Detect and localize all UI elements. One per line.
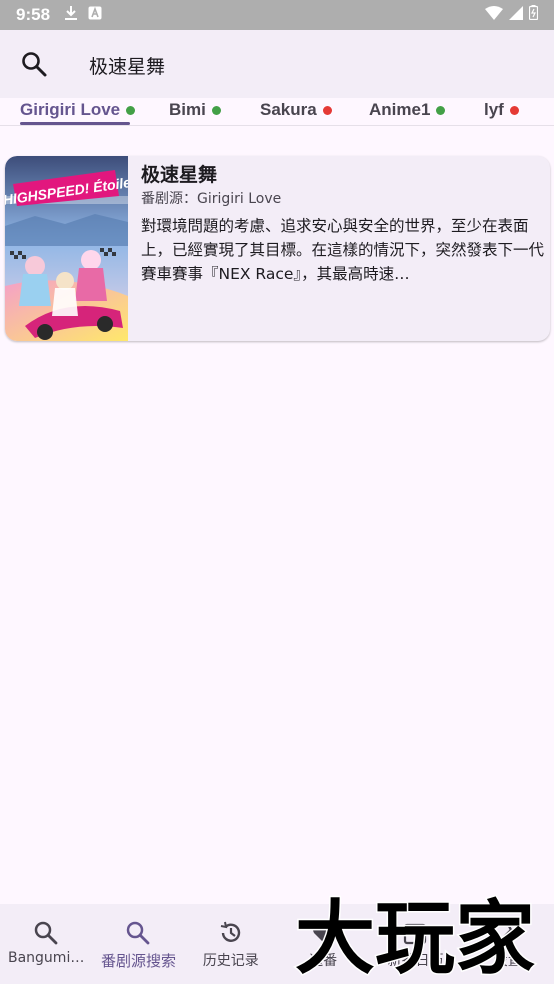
result-description: 對環境問題的考慮、追求安心與安全的世界，至少在表面上，已經實現了其目標。在這樣的… [141, 217, 545, 283]
settings-icon [495, 920, 521, 946]
search-bar[interactable]: 极速星舞 [0, 30, 554, 98]
calendar-icon [402, 920, 428, 946]
tab-label: lyf [484, 100, 504, 119]
search-icon [33, 920, 59, 946]
heart-icon [310, 920, 336, 946]
nav-following[interactable]: 追番 [277, 904, 369, 984]
tab-girigiri-love[interactable]: Girigiri Love [20, 100, 136, 120]
app-notification-icon [88, 6, 102, 25]
tab-sakura[interactable]: Sakura [260, 100, 332, 120]
cover-image: HIGHSPEED! Étoile [5, 156, 128, 341]
search-icon [125, 920, 151, 946]
nav-calendar[interactable]: 新番日历 [369, 904, 461, 984]
status-dot [126, 105, 136, 115]
status-dot [322, 105, 332, 115]
nav-label: 番剧源搜索 [100, 952, 176, 970]
nav-label: Bangumi… [7, 950, 85, 966]
battery-icon [528, 5, 539, 25]
status-dot [509, 105, 519, 115]
nav-bangumi[interactable]: Bangumi… [0, 904, 92, 984]
search-icon[interactable] [20, 50, 48, 78]
status-dot [436, 105, 446, 115]
download-icon [64, 5, 78, 26]
nav-label: 新番日历 [387, 953, 444, 969]
nav-settings[interactable]: 设置 [462, 904, 554, 984]
wifi-icon [485, 5, 503, 25]
status-bar: 9:58 [0, 0, 554, 30]
active-tab-indicator [20, 122, 130, 125]
result-card[interactable]: HIGHSPEED! Étoile 极速星舞 番剧源：Girigiri Love… [5, 156, 550, 341]
result-title: 极速星舞 [141, 164, 218, 186]
tab-label: Sakura [260, 100, 317, 119]
source-tab-bar: Girigiri Love Bimi Sakura Anime1 lyf [0, 98, 554, 126]
history-icon [218, 920, 244, 946]
tab-label: Anime1 [369, 100, 431, 119]
status-dot [211, 105, 221, 115]
tab-anime1[interactable]: Anime1 [369, 100, 446, 120]
bottom-nav: Bangumi… 番剧源搜索 历史记录 追番 新番日历 设置 [0, 904, 554, 984]
status-time: 9:58 [16, 5, 51, 24]
nav-label: 追番 [309, 953, 338, 969]
nav-source-search[interactable]: 番剧源搜索 [92, 904, 184, 984]
tab-bimi[interactable]: Bimi [169, 100, 221, 120]
search-input[interactable]: 极速星舞 [89, 52, 165, 79]
signal-icon [509, 5, 523, 25]
tab-label: Girigiri Love [20, 100, 121, 119]
tab-label: Bimi [169, 100, 206, 119]
nav-label: 设置 [493, 953, 522, 969]
result-source: 番剧源：Girigiri Love [141, 191, 282, 207]
tab-lyf[interactable]: lyf [484, 100, 519, 120]
nav-history[interactable]: 历史记录 [185, 904, 277, 984]
nav-label: 历史记录 [202, 953, 259, 969]
